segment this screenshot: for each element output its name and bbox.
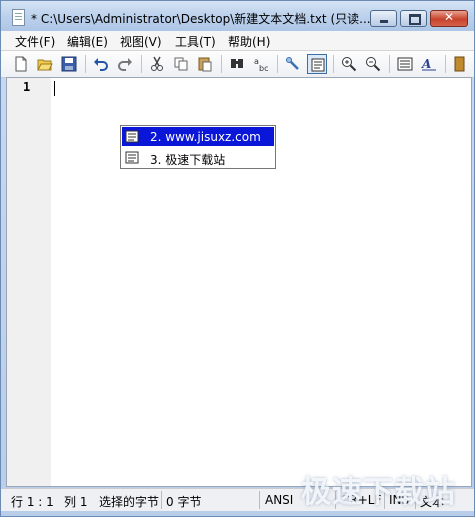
copy-icon bbox=[174, 57, 188, 71]
popup-item-label: 3. 极速下载站 bbox=[150, 153, 226, 167]
toolbar-separator bbox=[221, 55, 222, 73]
status-separator bbox=[161, 491, 162, 509]
menu-edit[interactable]: 编辑(E) bbox=[67, 33, 108, 50]
properties-button[interactable] bbox=[395, 54, 415, 74]
window-title: * C:\Users\Administrator\Desktop\新建文本文档.… bbox=[31, 12, 371, 26]
line-number: 1 bbox=[23, 80, 31, 94]
menu-bar: 文件(F) 编辑(E) 视图(V) 工具(T) 帮助(H) bbox=[1, 31, 474, 51]
popup-item-label: 2. www.jisuxz.com bbox=[150, 130, 261, 144]
save-icon bbox=[61, 56, 77, 72]
redo-button[interactable] bbox=[115, 54, 135, 74]
notepad-app-icon[interactable] bbox=[12, 9, 25, 26]
app-window: * C:\Users\Administrator\Desktop\新建文本文档.… bbox=[0, 0, 475, 517]
title-bar[interactable]: * C:\Users\Administrator\Desktop\新建文本文档.… bbox=[1, 1, 474, 31]
new-file-icon bbox=[15, 56, 27, 72]
menu-help[interactable]: 帮助(H) bbox=[228, 33, 270, 50]
maximize-button[interactable] bbox=[400, 10, 427, 27]
toolbar-separator bbox=[389, 55, 390, 73]
open-button[interactable] bbox=[35, 54, 55, 74]
open-folder-icon bbox=[37, 59, 53, 71]
toolbar-separator bbox=[333, 55, 334, 73]
font-icon: A bbox=[421, 57, 436, 71]
menu-file[interactable]: 文件(F) bbox=[15, 33, 55, 50]
paste-icon bbox=[198, 57, 212, 72]
menu-tools[interactable]: 工具(T) bbox=[175, 33, 216, 50]
status-byte-count: 0 字节 bbox=[166, 495, 202, 509]
status-encoding: ANSI bbox=[265, 493, 294, 507]
cut-button[interactable] bbox=[147, 54, 167, 74]
svg-text:bc: bc bbox=[259, 64, 268, 72]
toolbar: a bc A bbox=[1, 51, 474, 78]
replace-icon: abc bbox=[254, 57, 268, 72]
replace-button[interactable]: a bc bbox=[251, 54, 271, 74]
status-selected-label: 选择的字节 bbox=[99, 495, 160, 509]
tool-icon bbox=[286, 57, 299, 70]
toolbar-separator bbox=[141, 55, 142, 73]
exit-button[interactable] bbox=[451, 54, 469, 74]
find-icon bbox=[231, 59, 243, 68]
properties-icon bbox=[397, 57, 413, 71]
minimize-button[interactable] bbox=[370, 10, 397, 27]
view-toggle-button[interactable] bbox=[307, 54, 327, 74]
find-button[interactable] bbox=[227, 54, 247, 74]
toolbar-separator bbox=[445, 55, 446, 73]
close-button[interactable] bbox=[430, 10, 468, 27]
undo-button[interactable] bbox=[91, 54, 111, 74]
svg-text:A: A bbox=[421, 57, 431, 71]
exit-icon bbox=[454, 56, 465, 72]
text-caret bbox=[54, 81, 55, 96]
copy-button[interactable] bbox=[171, 54, 191, 74]
save-button[interactable] bbox=[59, 54, 79, 74]
zoom-out-icon bbox=[366, 57, 381, 72]
line-number-gutter: 1 bbox=[7, 78, 51, 486]
zoom-out-button[interactable] bbox=[363, 54, 383, 74]
font-button[interactable]: A bbox=[419, 54, 439, 74]
paste-button[interactable] bbox=[195, 54, 215, 74]
zoom-in-button[interactable] bbox=[339, 54, 359, 74]
view-toggle-icon bbox=[311, 58, 325, 72]
watermark-logo: 极速下载站 bbox=[301, 475, 456, 510]
popup-item-recent-3[interactable]: 3. 极速下载站 bbox=[122, 148, 274, 167]
status-column: 列 1 bbox=[64, 495, 88, 509]
zoom-in-icon bbox=[342, 57, 357, 72]
toolbar-separator bbox=[85, 55, 86, 73]
document-icon bbox=[125, 151, 139, 164]
recent-files-popup: 2. www.jisuxz.com 3. 极速下载站 bbox=[120, 125, 276, 169]
toolbar-separator bbox=[277, 55, 278, 73]
document-icon bbox=[125, 130, 139, 143]
new-file-button[interactable] bbox=[11, 54, 31, 74]
popup-item-recent-2[interactable]: 2. www.jisuxz.com bbox=[122, 127, 274, 146]
menu-view[interactable]: 视图(V) bbox=[120, 33, 162, 50]
undo-icon bbox=[94, 58, 108, 71]
tool-button[interactable] bbox=[283, 54, 303, 74]
status-separator bbox=[259, 491, 260, 509]
redo-icon bbox=[118, 58, 132, 71]
cut-icon bbox=[151, 56, 163, 71]
status-position: 行 1 : 1 bbox=[11, 495, 54, 509]
